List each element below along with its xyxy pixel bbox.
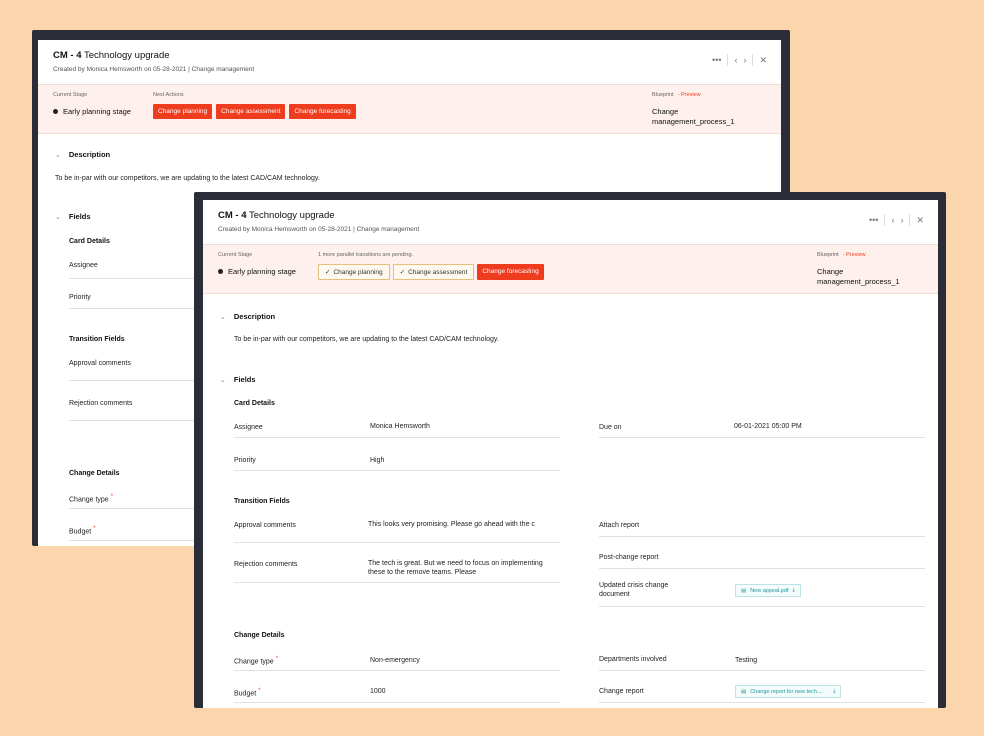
more-options-icon[interactable]: ••• — [869, 215, 878, 225]
blueprint-value: Change management_process_1 — [817, 267, 900, 286]
change-report-label: Change report — [599, 688, 644, 695]
transition-fields-heading: Transition Fields — [69, 336, 125, 343]
change-report-attachment[interactable]: ▤ Change report for new tech.... ⤓ — [735, 685, 842, 698]
current-stage-value: Early planning stage — [53, 107, 131, 116]
change-forecasting-button[interactable]: Change forecasting — [289, 104, 356, 119]
download-icon: ⤓ — [792, 587, 795, 593]
chevron-down-icon: ⌄ — [55, 151, 61, 159]
change-assessment-button[interactable]: Change assessment — [216, 104, 286, 119]
assignee-label: Assignee — [234, 424, 263, 431]
description-section-toggle[interactable]: ⌄ Description — [220, 312, 275, 321]
change-type-label: Change type * — [69, 494, 114, 504]
crisis-document-attachment[interactable]: ▤ New appeal.pdf ⤓ — [735, 584, 801, 597]
chevron-left-icon[interactable]: ‹ — [891, 215, 894, 225]
required-mark: * — [258, 688, 261, 694]
post-change-report-label: Post-change report — [599, 554, 659, 561]
card-subtitle: Created by Monica Hemsworth on 05-28-202… — [218, 226, 420, 233]
preview-link[interactable]: - Preview — [843, 252, 866, 258]
check-icon: ✓ — [325, 269, 331, 276]
chevron-down-icon: ⌄ — [220, 376, 226, 384]
card-subtitle: Created by Monica Hemsworth on 05-28-202… — [53, 66, 255, 73]
fields-section-toggle[interactable]: ⌄ Fields — [220, 375, 256, 384]
card-details-heading: Card Details — [234, 400, 275, 407]
next-actions: Change planning Change assessment Change… — [153, 104, 356, 119]
header-controls: ••• ‹ › ✕ — [869, 214, 924, 226]
front-card-panel: CM - 4 Technology upgrade Created by Mon… — [203, 200, 938, 708]
budget-value[interactable]: 1000 — [370, 687, 386, 696]
header-controls: ••• ‹ › ✕ — [712, 54, 767, 66]
budget-label: Budget * — [234, 688, 261, 698]
close-icon[interactable]: ✕ — [759, 55, 767, 65]
chevron-right-icon[interactable]: › — [900, 215, 903, 225]
due-on-value[interactable]: 06-01-2021 05:00 PM — [734, 422, 802, 431]
departments-involved-value[interactable]: Testing — [735, 656, 757, 665]
check-icon: ✓ — [399, 269, 406, 276]
description-text: To be in-par with our competitors, we ar… — [234, 336, 499, 343]
change-details-heading: Change Details — [234, 632, 285, 639]
change-planning-button[interactable]: Change planning — [153, 104, 213, 119]
card-header: CM - 4 Technology upgrade Created by Mon… — [203, 200, 938, 244]
card-title: CM - 4 Technology upgrade — [218, 210, 335, 221]
priority-label: Priority — [69, 294, 91, 301]
fields-section-toggle[interactable]: ⌄ Fields — [55, 212, 91, 221]
chevron-down-icon: ⌄ — [55, 213, 61, 221]
due-on-label: Due on — [599, 424, 622, 431]
blueprint-label: Blueprint - Preview — [652, 92, 701, 98]
blueprint-label: Blueprint - Preview — [817, 252, 866, 258]
transition-fields-heading: Transition Fields — [234, 498, 290, 505]
priority-label: Priority — [234, 457, 256, 464]
description-text: To be in-par with our competitors, we ar… — [55, 175, 320, 182]
rejection-comments-label: Rejection comments — [69, 400, 133, 407]
change-assessment-button[interactable]: ✓ Change assessment — [392, 264, 475, 280]
card-title: CM - 4 Technology upgrade — [53, 50, 170, 61]
approval-comments-value[interactable]: This looks very promising. Please go ahe… — [368, 520, 558, 529]
approval-comments-label: Approval comments — [69, 360, 131, 367]
priority-value[interactable]: High — [370, 456, 384, 465]
description-section-toggle[interactable]: ⌄ Description — [55, 150, 110, 159]
crisis-document-label: Updated crisis change document — [599, 582, 669, 598]
budget-label: Budget * — [69, 526, 96, 536]
pending-transitions-note: 1 more parallel transitions are pending. — [318, 252, 414, 258]
departments-involved-label: Departments involved — [599, 656, 667, 663]
change-details-heading: Change Details — [69, 470, 120, 477]
change-planning-button[interactable]: ✓ Change planning — [318, 264, 390, 280]
change-type-value[interactable]: Non-emergency — [370, 656, 420, 665]
next-actions: ✓ Change planning ✓ Change assessment Chan… — [318, 264, 545, 280]
change-forecasting-button[interactable]: Change forecasting — [477, 264, 545, 280]
required-mark: * — [275, 656, 279, 662]
next-actions-label: Next Actions — [153, 92, 184, 98]
file-icon: ▤ — [741, 688, 747, 695]
assignee-label: Assignee — [69, 262, 98, 269]
chevron-right-icon[interactable]: › — [743, 55, 746, 65]
stage-dot-icon — [218, 269, 223, 274]
approval-comments-label: Approval comments — [234, 522, 296, 529]
card-details-heading: Card Details — [69, 238, 110, 245]
rejection-comments-value[interactable]: The tech is great. But we need to focus … — [368, 559, 558, 578]
stage-band: Current Stage Early planning stage 1 mor… — [203, 244, 938, 294]
download-icon: ⤓ — [832, 688, 836, 694]
rejection-comments-label: Rejection comments — [234, 561, 298, 568]
blueprint-value: Change management_process_1 — [652, 107, 735, 126]
card-header: CM - 4 Technology upgrade Created by Mon… — [38, 40, 781, 84]
current-stage-value: Early planning stage — [218, 267, 296, 276]
attach-report-label: Attach report — [599, 522, 640, 529]
more-options-icon[interactable]: ••• — [712, 55, 721, 65]
current-stage-label: Current Stage — [53, 92, 88, 98]
stage-band: Current Stage Early planning stage Next … — [38, 84, 781, 134]
chevron-left-icon[interactable]: ‹ — [734, 55, 737, 65]
preview-link[interactable]: - Preview — [678, 92, 701, 98]
chevron-down-icon: ⌄ — [220, 313, 226, 321]
assignee-value[interactable]: Monica Hemsworth — [370, 422, 430, 431]
change-type-label: Change type * — [234, 656, 279, 666]
stage-dot-icon — [53, 109, 58, 114]
close-icon[interactable]: ✕ — [916, 215, 924, 225]
file-icon: ▤ — [741, 587, 747, 594]
current-stage-label: Current Stage — [218, 252, 253, 258]
